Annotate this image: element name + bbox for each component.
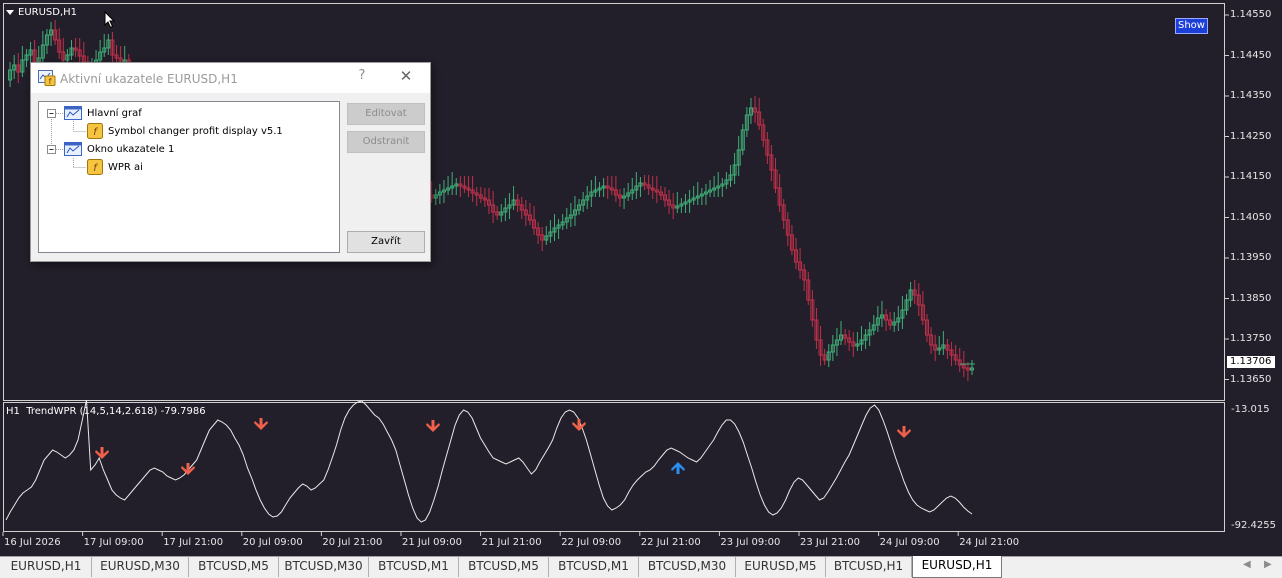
price-tick-label: 1.13950 [1230, 252, 1272, 263]
price-tick-label: 1.14550 [1230, 9, 1272, 20]
price-tick-label: 1.13650 [1230, 373, 1272, 385]
indicator-title: H1 TrendWPR (14,5,14,2.618) -79.7986 [6, 406, 206, 417]
chart-window-icon [64, 106, 82, 120]
chart-tab[interactable]: BTCUSD,M30 [639, 557, 736, 577]
current-price-label: 1.13706 [1227, 356, 1275, 368]
sell-arrow-icon [897, 426, 911, 438]
chart-tab[interactable]: BTCUSD,M30 [279, 557, 369, 577]
time-tick-label: 22 Jul 21:00 [640, 537, 701, 548]
scroll-left-icon[interactable]: ◀ [1243, 559, 1251, 570]
chart-symbol-text: EURUSD,H1 [18, 7, 78, 18]
chart-symbol-label[interactable]: EURUSD,H1 [6, 7, 77, 18]
time-tick-label: 23 Jul 09:00 [720, 537, 781, 548]
price-tick-label: 1.14350 [1230, 90, 1272, 101]
close-button[interactable]: ✕ [397, 67, 415, 85]
indicator-scale-top: -13.015 [1231, 404, 1270, 415]
chart-tab-bar: EURUSD,H1 EURUSD,M30 BTCUSD,M5 BTCUSD,M30 BT… [0, 556, 1282, 578]
indicator-f-icon: f [87, 123, 103, 139]
price-tick-label: 1.14150 [1230, 171, 1272, 182]
chart-tab[interactable]: BTCUSD,H1 [826, 557, 912, 577]
chart-tab[interactable]: EURUSD,M30 [92, 557, 189, 577]
time-tick-label: 21 Jul 21:00 [481, 537, 542, 548]
time-tick-label: 20 Jul 21:00 [322, 537, 383, 548]
active-indicators-dialog: f Aktivní ukazatele EURUSD,H1 ? ✕ f f Hl… [30, 62, 431, 262]
wpr-line [5, 399, 973, 523]
time-tick-label: 17 Jul 09:00 [83, 537, 144, 548]
price-tick-label: 1.14250 [1230, 130, 1272, 142]
price-tick-label: 1.13850 [1230, 292, 1272, 304]
indicators-icon: f [38, 70, 56, 86]
dialog-titlebar[interactable]: f Aktivní ukazatele EURUSD,H1 ? ✕ [31, 63, 430, 93]
sell-arrow-icon [254, 418, 268, 430]
chart-tab[interactable]: EURUSD,H1 [912, 556, 1002, 578]
time-tick-label: 23 Jul 21:00 [800, 537, 860, 548]
chart-tab[interactable]: BTCUSD,M5 [189, 557, 279, 577]
svg-text:f: f [49, 77, 52, 86]
indicator-tree[interactable]: f f Hlavní graf Symbol changer profit di… [38, 101, 340, 253]
chart-tab[interactable]: BTCUSD,M1 [549, 557, 639, 577]
tree-item-symbol-changer[interactable]: Symbol changer profit display v5.1 [108, 123, 283, 140]
indicator-f-icon: f [87, 159, 103, 175]
indicator-scale-bottom: -92.4255 [1231, 520, 1276, 531]
time-tick-label: 22 Jul 09:00 [561, 537, 622, 548]
sell-arrow-icon [426, 420, 440, 432]
collapse-toggle-icon [47, 109, 56, 118]
time-tick-label: 20 Jul 09:00 [242, 537, 303, 548]
price-tick-label: 1.14050 [1230, 211, 1272, 223]
tree-item-wpr-ai[interactable]: WPR ai [108, 159, 143, 176]
price-tick-label: 1.13750 [1230, 333, 1272, 344]
close-dialog-button[interactable]: Zavřít [347, 231, 425, 253]
dialog-title: Aktivní ukazatele EURUSD,H1 [60, 72, 238, 86]
time-tick-label: 24 Jul 21:00 [959, 537, 1020, 548]
chart-tab[interactable]: EURUSD,H1 [1, 557, 92, 577]
time-tick-label: 24 Jul 09:00 [879, 537, 940, 548]
chart-tab[interactable]: BTCUSD,M5 [459, 557, 549, 577]
chart-tab[interactable]: BTCUSD,M1 [369, 557, 459, 577]
price-tick-label: 1.14450 [1230, 49, 1272, 61]
time-tick-label: 21 Jul 09:00 [402, 537, 462, 548]
mouse-cursor-icon [104, 11, 116, 29]
show-button[interactable]: Show [1175, 18, 1208, 34]
chart-window-icon [64, 142, 82, 156]
dropdown-triangle-icon[interactable] [6, 10, 14, 15]
tree-item-main-chart[interactable]: Hlavní graf [87, 105, 142, 122]
remove-button[interactable]: Odstranit [347, 131, 425, 153]
sell-arrow-icon [95, 447, 109, 459]
edit-button[interactable]: Editovat [347, 103, 425, 125]
help-button[interactable]: ? [354, 68, 370, 83]
chart-tab[interactable]: EURUSD,M5 [736, 557, 826, 577]
buy-arrow-icon [671, 462, 685, 474]
scroll-right-icon[interactable]: ▶ [1264, 559, 1272, 570]
tree-item-indicator-window[interactable]: Okno ukazatele 1 [87, 141, 174, 158]
collapse-toggle-icon [47, 145, 56, 154]
time-tick-label: 16 Jul 2026 [4, 537, 61, 548]
sell-arrow-icon [572, 419, 586, 431]
time-tick-label: 17 Jul 21:00 [163, 537, 224, 548]
